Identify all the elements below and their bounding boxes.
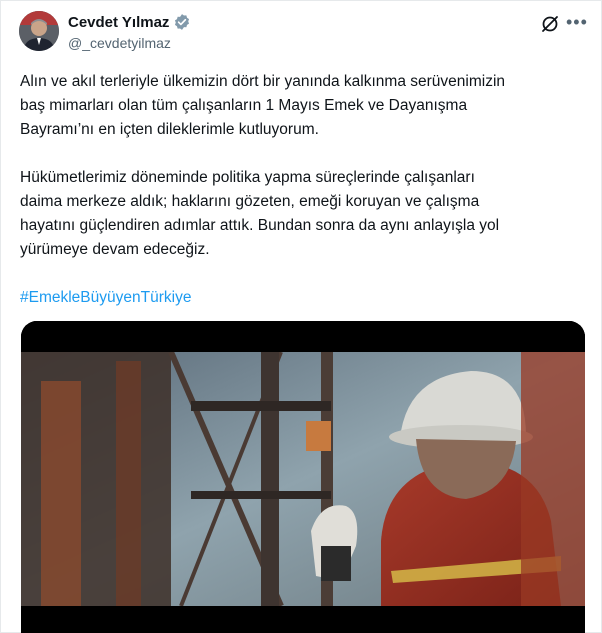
post-paragraph-2: Hükümetlerimiz döneminde politika yapma … [20, 169, 500, 258]
more-icon[interactable]: ••• [566, 12, 588, 33]
avatar[interactable] [19, 11, 59, 51]
video-frame-image [21, 321, 585, 633]
verified-badge-icon [173, 13, 191, 31]
hashtag-link[interactable]: #EmekleBüyüyenTürkiye [20, 286, 585, 310]
author-handle[interactable]: @_cevdetyilmaz [68, 35, 171, 51]
video-media[interactable] [21, 321, 585, 633]
author-name[interactable]: Cevdet Yılmaz [68, 14, 169, 31]
post-text: Alın ve akıl terleriyle ülkemizin dört b… [20, 70, 585, 334]
grok-icon[interactable] [540, 14, 560, 34]
author-name-row[interactable]: Cevdet Yılmaz [68, 13, 191, 31]
post-paragraph-1: Alın ve akıl terleriyle ülkemizin dört b… [20, 73, 506, 138]
